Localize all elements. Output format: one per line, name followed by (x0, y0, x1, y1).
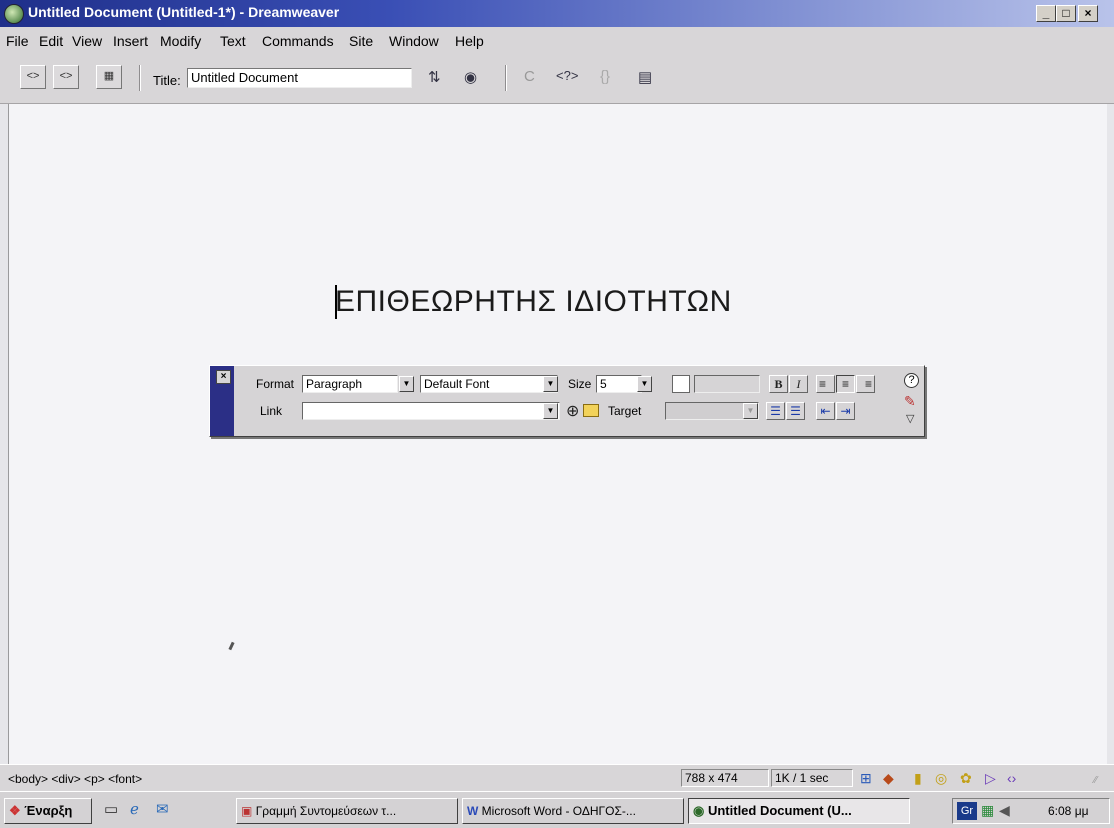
design-view-button[interactable]: ▦ (96, 65, 122, 89)
menu-view[interactable]: View (72, 33, 102, 49)
split-view-button[interactable]: <> (53, 65, 79, 89)
inspector-title-strip[interactable]: × (210, 366, 234, 436)
outlook-express-icon[interactable]: ✉ (156, 800, 169, 818)
text-color-swatch[interactable] (672, 375, 690, 393)
status-bar: <body> <div> <p> <font> 788 x 474 1K / 1… (0, 764, 1114, 791)
page-title-label: Title: (153, 73, 181, 88)
link-label: Link (260, 404, 283, 418)
behaviors-icon[interactable]: ✿ (960, 770, 972, 787)
toolbar-separator (139, 65, 141, 91)
close-button[interactable]: × (1078, 5, 1098, 22)
menu-help[interactable]: Help (455, 33, 484, 49)
view-options-icon[interactable]: ▤ (638, 68, 652, 86)
font-dropdown-icon[interactable]: ▼ (543, 376, 558, 392)
reference-icon[interactable]: <?> (556, 68, 578, 83)
format-dropdown-icon[interactable]: ▼ (399, 376, 414, 392)
code-inspector-icon[interactable]: ‹› (1007, 770, 1016, 786)
download-time-display: 1K / 1 sec (771, 769, 853, 787)
format-select[interactable]: Paragraph (302, 375, 398, 393)
menu-text[interactable]: Text (220, 33, 246, 49)
taskbar-task-word[interactable]: W Microsoft Word - ΟΔΗΓΟΣ-... (462, 798, 684, 824)
maximize-button[interactable]: □ (1056, 5, 1076, 22)
volume-icon[interactable]: ◀ (999, 802, 1010, 819)
ordered-list-button[interactable]: ☰ (786, 402, 805, 420)
unordered-list-button[interactable]: ☰ (766, 402, 785, 420)
point-to-file-icon[interactable]: ⊕ (566, 401, 579, 421)
format-label: Format (256, 377, 295, 391)
target-label: Target (608, 404, 642, 418)
assets-icon[interactable]: ◆ (883, 770, 894, 787)
menu-bar: File Edit View Insert Modify Text Comman… (0, 27, 1114, 53)
menu-site[interactable]: Site (349, 33, 373, 49)
window-title: Untitled Document (Untitled-1*) - Dreamw… (28, 4, 340, 20)
browse-folder-icon[interactable]: ▭ (583, 404, 599, 417)
word-icon: W (467, 804, 479, 818)
align-right-button[interactable]: ≡ (856, 375, 875, 393)
size-dropdown-icon[interactable]: ▼ (637, 376, 652, 392)
site-icon[interactable]: ⊞ (860, 770, 872, 787)
html-styles-icon[interactable]: ▮ (914, 770, 922, 787)
clock[interactable]: 6:08 μμ (1048, 804, 1089, 818)
file-management-icon[interactable]: ⇅ (428, 68, 441, 86)
page-title-input[interactable]: Untitled Document (187, 68, 412, 88)
preview-browser-icon[interactable]: ◉ (464, 68, 477, 86)
window-size-display[interactable]: 788 x 474 (681, 769, 769, 787)
text-color-field[interactable] (694, 375, 760, 393)
menu-edit[interactable]: Edit (39, 33, 63, 49)
windows-logo-icon: ❖ (9, 803, 21, 818)
target-dropdown-icon[interactable]: ▼ (743, 403, 758, 419)
title-bar[interactable]: Untitled Document (Untitled-1*) - Dreamw… (0, 0, 1114, 27)
italic-button[interactable]: I (789, 375, 808, 393)
inspector-close-icon[interactable]: × (216, 370, 231, 384)
windows-taskbar: ❖ Έναρξη ▭ ℯ ✉ ▣ Γραμμή Συντομεύσεων τ..… (0, 791, 1114, 828)
menu-file[interactable]: File (6, 33, 29, 49)
tag-selector[interactable]: <body> <div> <p> <font> (8, 772, 142, 786)
internet-explorer-icon[interactable]: ℯ (130, 800, 139, 818)
bold-button[interactable]: B (769, 375, 788, 393)
menu-commands[interactable]: Commands (262, 33, 334, 49)
expand-inspector-icon[interactable]: ▽ (906, 412, 914, 425)
property-inspector[interactable]: × Format Paragraph ▼ Default Font ▼ Size… (209, 365, 925, 437)
task-label: Untitled Document (U... (707, 803, 852, 818)
menu-insert[interactable]: Insert (113, 33, 148, 49)
size-select[interactable]: 5 (596, 375, 642, 393)
code-view-button[interactable]: <> (20, 65, 46, 89)
show-desktop-icon[interactable]: ▭ (104, 800, 118, 818)
align-left-button[interactable]: ≡ (816, 375, 835, 393)
taskbar-task-shortcuts[interactable]: ▣ Γραμμή Συντομεύσεων τ... (236, 798, 458, 824)
font-select[interactable]: Default Font (420, 375, 558, 393)
start-button[interactable]: ❖ Έναρξη (4, 798, 92, 824)
refresh-icon[interactable]: C (524, 68, 535, 85)
minimize-button[interactable]: _ (1036, 5, 1056, 22)
quick-tag-editor-icon[interactable]: ✎ (904, 393, 916, 410)
network-icon[interactable]: ▦ (981, 802, 994, 819)
indent-button[interactable]: ⇥ (836, 402, 855, 420)
help-icon[interactable]: ? (904, 373, 919, 388)
dreamweaver-icon: ◉ (693, 803, 705, 818)
shortcut-bar-icon: ▣ (241, 804, 253, 818)
history-icon[interactable]: ▷ (985, 770, 996, 787)
align-center-button[interactable]: ≡ (836, 375, 855, 393)
language-indicator[interactable]: Gr (957, 802, 977, 820)
link-input[interactable] (302, 402, 560, 420)
code-navigation-icon[interactable]: {} (600, 68, 610, 85)
link-dropdown-icon[interactable]: ▼ (543, 403, 558, 419)
task-label: Γραμμή Συντομεύσεων τ... (255, 804, 397, 818)
system-tray: Gr ▦ ◀ 6:08 μμ (952, 798, 1110, 824)
task-label: Microsoft Word - ΟΔΗΓΟΣ-... (481, 804, 636, 818)
page-heading-text[interactable]: ΕΠΙΘΕΩΡΗΤΗΣ ΙΔΙΟΤΗΤΩΝ (335, 285, 732, 319)
menu-window[interactable]: Window (389, 33, 439, 49)
start-label: Έναρξη (24, 803, 73, 818)
toolbar-separator (505, 65, 507, 91)
text-cursor (335, 285, 337, 319)
document-toolbar: <> <> ▦ Title: Untitled Document ⇅ ◉ C <… (0, 53, 1114, 104)
dreamweaver-app-icon[interactable] (4, 4, 24, 24)
size-label: Size (568, 377, 592, 391)
menu-modify[interactable]: Modify (160, 33, 201, 49)
css-styles-icon[interactable]: ◎ (935, 770, 947, 787)
taskbar-task-dreamweaver[interactable]: ◉ Untitled Document (U... (688, 798, 910, 824)
resize-grip-icon[interactable]: ⁄⁄ (1094, 775, 1097, 786)
outdent-button[interactable]: ⇤ (816, 402, 835, 420)
